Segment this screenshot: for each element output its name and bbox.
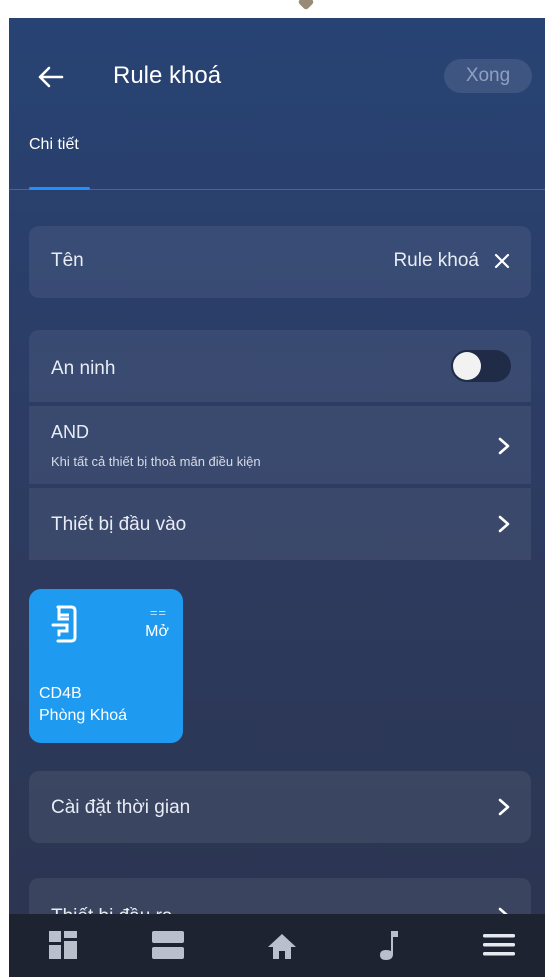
chevron-right-icon bbox=[498, 515, 510, 533]
device-tile[interactable]: == Mở CD4B Phòng Khoá bbox=[29, 589, 183, 743]
logic-title: AND bbox=[51, 422, 90, 442]
input-devices-label: Thiết bị đầu vào bbox=[51, 514, 187, 535]
header: Rule khoá Xong bbox=[9, 18, 545, 133]
device-room: Phòng Khoá bbox=[39, 707, 128, 724]
logic-subtitle: Khi tất cả thiết bị thoả mãn điều kiện bbox=[51, 454, 261, 469]
active-tab-indicator bbox=[29, 187, 90, 190]
menu-icon[interactable] bbox=[481, 928, 517, 962]
back-arrow-icon[interactable] bbox=[35, 62, 65, 92]
door-lock-icon bbox=[51, 605, 77, 643]
tab-details[interactable]: Chi tiết bbox=[29, 136, 79, 154]
name-value[interactable]: Rule khoá bbox=[393, 250, 479, 272]
time-settings-label: Cài đặt thời gian bbox=[51, 797, 191, 818]
clear-icon[interactable] bbox=[493, 252, 511, 270]
name-row[interactable]: Tên Rule khoá bbox=[29, 226, 531, 298]
chevron-right-icon bbox=[498, 437, 510, 455]
device-name: CD4B bbox=[39, 685, 82, 702]
top-strip bbox=[0, 0, 545, 18]
input-devices-row[interactable]: Thiết bị đầu vào bbox=[29, 488, 531, 560]
dashboard-icon[interactable] bbox=[45, 928, 81, 962]
security-toggle[interactable] bbox=[451, 350, 511, 382]
condition-state: Mở bbox=[145, 623, 169, 640]
time-settings-row[interactable]: Cài đặt thời gian bbox=[29, 771, 531, 843]
page-title: Rule khoá bbox=[113, 62, 222, 89]
partial-app-icon bbox=[297, 0, 315, 11]
security-label: An ninh bbox=[51, 358, 116, 379]
toggle-knob bbox=[453, 352, 481, 380]
name-label: Tên bbox=[51, 250, 84, 271]
app-screen: Rule khoá Xong Chi tiết Tên Rule khoá An… bbox=[9, 18, 545, 977]
condition-operator: == bbox=[149, 605, 167, 620]
chevron-right-icon bbox=[498, 798, 510, 816]
rooms-icon[interactable] bbox=[150, 928, 186, 962]
security-row: An ninh bbox=[29, 330, 531, 402]
home-icon[interactable] bbox=[264, 928, 300, 962]
bottom-nav bbox=[9, 914, 545, 977]
done-button[interactable]: Xong bbox=[444, 59, 532, 93]
music-icon[interactable] bbox=[371, 928, 407, 962]
logic-row[interactable]: AND Khi tất cả thiết bị thoả mãn điều ki… bbox=[29, 406, 531, 484]
